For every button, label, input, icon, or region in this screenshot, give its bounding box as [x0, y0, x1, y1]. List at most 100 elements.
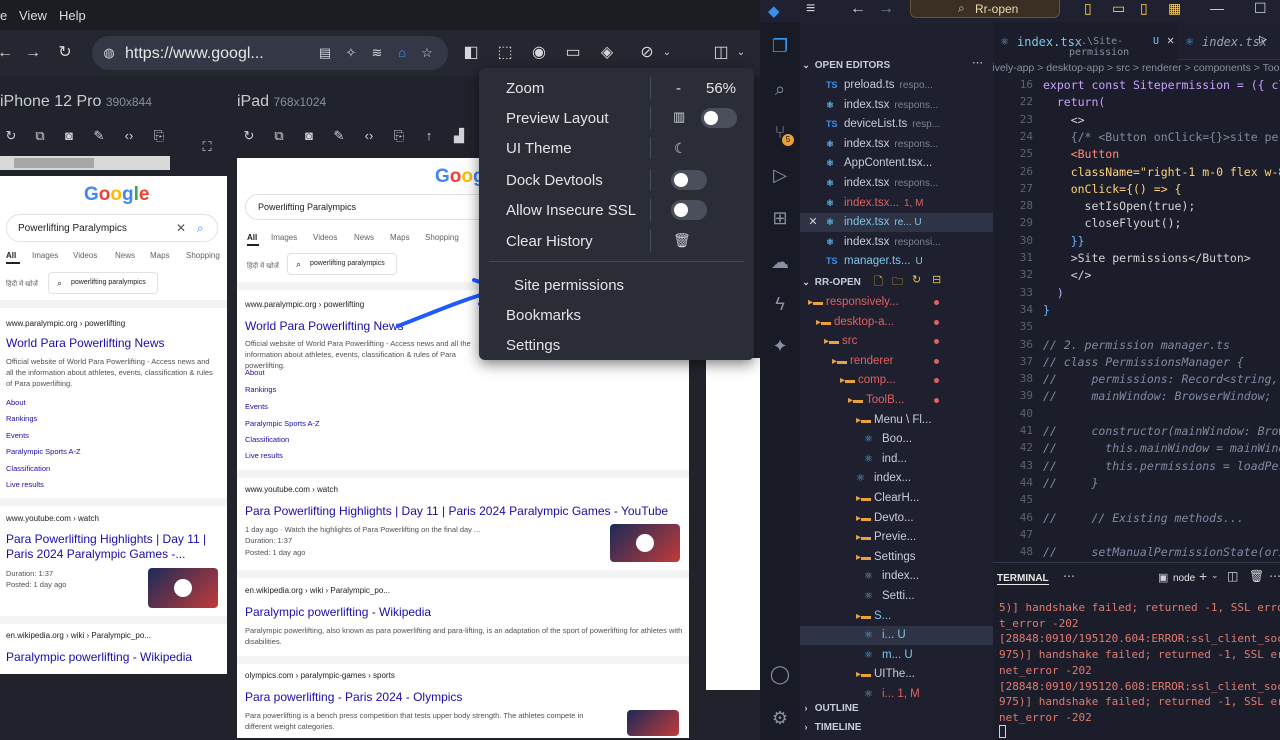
- cookie-icon[interactable]: ✧: [342, 44, 360, 62]
- sitelink[interactable]: Events: [6, 431, 29, 440]
- search-input[interactable]: Powerlifting Paralympics ✕ ⌕: [6, 214, 218, 242]
- tree-item[interactable]: ⚛ index...: [800, 567, 993, 586]
- refresh-icon[interactable]: ↻: [240, 127, 258, 145]
- tree-item[interactable]: ⚛ m... U: [800, 646, 993, 665]
- forward-icon[interactable]: →: [878, 0, 894, 18]
- code-line[interactable]: // // Existing methods...: [1043, 511, 1244, 525]
- result-title[interactable]: Para Powerlifting Highlights | Day 11 | …: [6, 532, 211, 562]
- bookmark-star-icon[interactable]: ☆: [418, 44, 436, 62]
- code-line[interactable]: }: [1043, 303, 1050, 317]
- code-line[interactable]: // setManualPermissionState(origin:: [1043, 545, 1280, 559]
- chevron-down-icon[interactable]: ⌄: [1211, 570, 1219, 581]
- chevron-down-icon[interactable]: ⌄: [656, 42, 678, 64]
- open-editor-item[interactable]: TS deviceList.ts resp...: [800, 115, 993, 134]
- hide-eye-icon[interactable]: ⊘: [636, 42, 658, 64]
- breadcrumb[interactable]: sively-app > desktop-app > src > rendere…: [993, 60, 1280, 76]
- code-line[interactable]: {/* <Button onClick={}>site per: [1043, 130, 1280, 144]
- horizontal-scrollbar[interactable]: [0, 156, 170, 170]
- tree-item[interactable]: ▸▬ desktop-a...: [800, 313, 993, 332]
- tree-item[interactable]: ▸▬ Menu \ Fl...: [800, 411, 993, 430]
- sitelink[interactable]: Classification: [245, 435, 289, 444]
- trash-icon[interactable]: 🗑: [673, 232, 691, 249]
- open-editor-item[interactable]: ⚛ index.tsx... 1, M: [800, 194, 993, 213]
- sitelink[interactable]: About: [245, 368, 265, 377]
- code-line[interactable]: // }: [1043, 476, 1098, 490]
- tab-videos[interactable]: Videos: [313, 233, 337, 242]
- suggestion-chip[interactable]: ⌕ powerlifting paralympics: [287, 253, 397, 275]
- tab-all[interactable]: All: [247, 233, 257, 242]
- tree-item[interactable]: ▸▬ Previe...: [800, 528, 993, 547]
- sitelink[interactable]: Paralympic Sports A-Z: [6, 447, 81, 456]
- open-editor-item[interactable]: ⚛ index.tsx respons...: [800, 96, 993, 115]
- video-thumbnail[interactable]: [148, 568, 218, 608]
- result-title[interactable]: World Para Powerlifting News: [245, 319, 404, 333]
- back-icon[interactable]: ←: [850, 0, 866, 18]
- allow-insecure-ssl-toggle[interactable]: [671, 200, 707, 220]
- search-icon[interactable]: ⌕: [768, 77, 792, 101]
- docker-icon[interactable]: ☁: [768, 250, 792, 274]
- tab-all[interactable]: All: [6, 251, 16, 260]
- layout-left-icon[interactable]: ▯: [1084, 0, 1092, 17]
- code-line[interactable]: // constructor(mainWindow: BrowserWi: [1043, 424, 1280, 438]
- code-line[interactable]: >Site permissions</Button>: [1043, 251, 1251, 265]
- run-debug-icon[interactable]: ▷: [768, 163, 792, 187]
- tab-maps[interactable]: Maps: [150, 251, 170, 260]
- sitelink[interactable]: Rankings: [6, 414, 37, 423]
- code-line[interactable]: setIsOpen(true);: [1043, 199, 1196, 213]
- split-terminal-icon[interactable]: ◫: [1227, 569, 1238, 583]
- zoom-out-button[interactable]: -: [676, 80, 681, 97]
- clear-icon[interactable]: ✕: [176, 221, 186, 235]
- tab-maps[interactable]: Maps: [390, 233, 410, 242]
- code-line[interactable]: </>: [1043, 268, 1092, 282]
- code-line[interactable]: // this.permissions = loadPermis: [1043, 459, 1280, 473]
- screenshot-icon[interactable]: ◉: [528, 42, 550, 64]
- url-text[interactable]: https://www.googl...: [125, 45, 264, 63]
- sitelink[interactable]: Classification: [6, 464, 50, 473]
- tree-item[interactable]: ▸▬ src: [800, 332, 993, 351]
- python-icon[interactable]: ✦: [768, 334, 792, 358]
- result-title[interactable]: Paralympic powerlifting - Wikipedia: [245, 605, 431, 619]
- layout-bottom-icon[interactable]: ▭: [1112, 0, 1125, 17]
- result-title[interactable]: Para powerlifting - Paris 2024 - Olympic…: [245, 690, 462, 704]
- open-editor-item[interactable]: ⚛ index.tsx respons...: [800, 174, 993, 193]
- refresh-icon[interactable]: ↻: [912, 273, 921, 286]
- home-icon[interactable]: ⌂: [393, 44, 411, 62]
- result-title[interactable]: Para Powerlifting Highlights | Day 11 | …: [245, 504, 668, 518]
- arrow-up-icon[interactable]: ↑: [420, 127, 438, 145]
- command-center[interactable]: ⌕ Rr-open: [910, 0, 1060, 18]
- code-editor[interactable]: ⚛ index.tsx ...\Site-permission U ✕ ⚛ in…: [993, 22, 1280, 562]
- tree-item[interactable]: ⚛ ind...: [800, 450, 993, 469]
- sitelink[interactable]: Rankings: [245, 385, 276, 394]
- preview-layout-toggle[interactable]: [701, 108, 737, 128]
- code-line[interactable]: onClick={() => {: [1043, 182, 1182, 196]
- close-icon[interactable]: ✕: [800, 213, 826, 232]
- more-icon[interactable]: ⋯: [972, 56, 983, 69]
- tree-item[interactable]: ▸▬ S...: [800, 607, 993, 626]
- site-permissions-item[interactable]: Site permissions: [514, 277, 624, 294]
- tab-videos[interactable]: Videos: [73, 251, 97, 260]
- tree-item[interactable]: ▸▬ Devto...: [800, 509, 993, 528]
- close-icon[interactable]: ✕: [1167, 33, 1174, 47]
- code-line[interactable]: return(: [1043, 95, 1105, 109]
- tab-shopping[interactable]: Shopping: [425, 233, 459, 242]
- chevron-down-icon[interactable]: ⌄: [730, 42, 752, 64]
- search-icon[interactable]: ⌕: [197, 221, 204, 236]
- tab-shopping[interactable]: Shopping: [186, 251, 220, 260]
- inspect-icon[interactable]: ✎: [90, 127, 108, 145]
- layout-icon[interactable]: ▟: [450, 127, 468, 145]
- bookmarks-item[interactable]: Bookmarks: [506, 307, 581, 324]
- tree-item[interactable]: ⚛ i... U: [800, 626, 993, 646]
- layout-icon[interactable]: ◧: [460, 42, 482, 64]
- layout-right-icon[interactable]: ▯: [1140, 0, 1148, 17]
- columns-icon[interactable]: ▥: [673, 109, 685, 125]
- layers-icon[interactable]: ◈: [596, 42, 618, 64]
- code-line[interactable]: export const Sitepermission = ({ closeF: [1043, 78, 1280, 92]
- address-bar[interactable]: ◍ https://www.googl... ▤ ✧ ≋ ⌂ ☆: [92, 36, 448, 70]
- code-line[interactable]: <Button: [1043, 147, 1119, 161]
- menu-view[interactable]: View: [19, 8, 47, 23]
- dock-devtools-toggle[interactable]: [671, 170, 707, 190]
- code-line[interactable]: <>: [1043, 113, 1085, 127]
- result-thumbnail[interactable]: [627, 710, 679, 736]
- fullscreen-icon[interactable]: ⛶: [198, 138, 216, 156]
- code-line[interactable]: }}: [1043, 234, 1085, 248]
